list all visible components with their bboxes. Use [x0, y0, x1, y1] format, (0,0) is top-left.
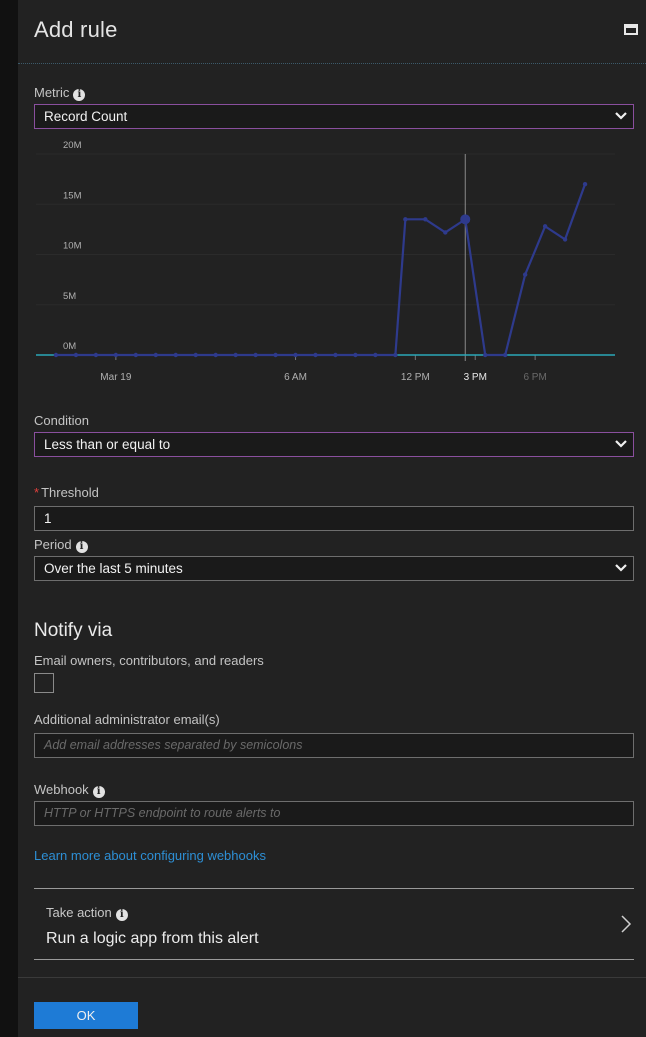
chevron-down-icon	[615, 564, 627, 572]
data-point	[153, 352, 158, 358]
x-tick-label: 6 PM	[523, 372, 546, 383]
data-point	[313, 352, 318, 358]
x-tick-label: 6 AM	[284, 372, 307, 383]
y-tick-label: 0M	[63, 341, 76, 352]
admin-email-input[interactable]: Add email addresses separated by semicol…	[34, 733, 634, 758]
data-point	[443, 230, 448, 235]
data-point	[133, 352, 139, 358]
admin-email-label: Additional administrator email(s)	[34, 712, 220, 727]
data-point	[253, 352, 258, 358]
data-point	[393, 352, 398, 358]
logic-app-action: Run a logic app from this alert	[46, 930, 259, 947]
metric-label-row: Metric i	[34, 85, 86, 101]
data-point	[93, 352, 99, 358]
ok-button[interactable]: OK	[34, 1002, 138, 1029]
data-point	[273, 352, 278, 358]
y-tick-label: 20M	[63, 140, 82, 151]
webhook-label: Webhook	[34, 782, 89, 797]
footer-divider	[18, 977, 646, 978]
x-axis-labels: Mar 19 6 AM 12 PM 3 PM 6 PM	[100, 355, 547, 383]
period-label-row: Period i	[34, 537, 88, 553]
webhook-input[interactable]: HTTP or HTTPS endpoint to route alerts t…	[34, 801, 634, 826]
data-point	[582, 181, 588, 187]
metric-select[interactable]: Record Count	[34, 104, 634, 129]
data-point	[522, 272, 528, 277]
condition-select[interactable]: Less than or equal to	[34, 432, 634, 457]
period-select[interactable]: Over the last 5 minutes	[34, 556, 634, 581]
data-point	[423, 217, 428, 222]
highlight-point	[460, 214, 471, 225]
x-tick-label: 12 PM	[401, 372, 430, 383]
info-icon[interactable]: i	[75, 541, 88, 553]
webhook-placeholder: HTTP or HTTPS endpoint to route alerts t…	[44, 806, 281, 820]
metric-value: Record Count	[44, 109, 128, 124]
learn-more-webhooks-link[interactable]: Learn more about configuring webhooks	[34, 848, 266, 863]
data-point	[233, 352, 238, 358]
data-point	[113, 352, 119, 358]
webhook-label-row: Webhook i	[34, 782, 105, 798]
email-owners-checkbox[interactable]	[34, 673, 54, 693]
series-line	[55, 183, 587, 357]
chevron-down-icon	[615, 440, 627, 448]
blade-title: Add rule	[34, 17, 118, 42]
data-point	[542, 224, 548, 229]
info-icon[interactable]: i	[73, 89, 86, 101]
data-point	[173, 352, 178, 358]
data-point	[333, 352, 338, 358]
data-point	[53, 352, 59, 358]
admin-email-placeholder: Add email addresses separated by semicol…	[44, 738, 303, 752]
blade-header: Add rule	[18, 0, 646, 64]
data-point	[403, 217, 408, 222]
y-tick-label: 15M	[63, 190, 82, 201]
take-action-row[interactable]: Take action i Run a logic app from this a…	[34, 888, 634, 960]
data-point	[562, 237, 568, 242]
data-point	[502, 352, 508, 358]
y-tick-label: 10M	[63, 241, 82, 252]
condition-label: Condition	[34, 413, 89, 428]
x-tick-label: 3 PM	[464, 372, 487, 383]
data-point	[213, 352, 218, 358]
y-axis-labels: 20M 15M 10M 5M 0M	[63, 140, 82, 352]
metric-chart: 20M 15M 10M 5M 0M Mar 19 6 AM 12 PM 3 PM 6 PM	[36, 140, 615, 383]
chevron-down-icon	[615, 112, 627, 120]
info-icon[interactable]: i	[115, 909, 128, 921]
metric-label: Metric	[34, 85, 70, 100]
take-action-label: Take action	[46, 905, 112, 920]
threshold-input[interactable]: 1	[34, 506, 634, 531]
email-owners-label: Email owners, contributors, and readers	[34, 653, 264, 668]
y-tick-label: 5M	[63, 291, 76, 302]
data-point	[73, 352, 79, 358]
threshold-label-row: * Threshold	[34, 485, 99, 500]
chart-grid	[36, 153, 615, 356]
series-points	[53, 181, 588, 358]
condition-value: Less than or equal to	[44, 437, 171, 452]
data-point	[193, 352, 198, 358]
period-value: Over the last 5 minutes	[44, 561, 183, 576]
threshold-label: Threshold	[41, 485, 99, 500]
period-label: Period	[34, 537, 72, 552]
data-point	[373, 352, 378, 358]
take-action-label-row: Take action i	[46, 905, 128, 921]
data-point	[293, 352, 298, 358]
required-marker: *	[34, 485, 40, 500]
data-point	[353, 352, 358, 358]
maximize-icon[interactable]	[624, 24, 638, 35]
info-icon[interactable]: i	[92, 786, 105, 798]
x-tick-label: Mar 19	[100, 372, 132, 383]
add-rule-blade: Add rule Metric i Record Count 20M 15M 10M 5…	[18, 0, 646, 1037]
notify-section-title: Notify via	[34, 620, 113, 641]
threshold-value: 1	[44, 511, 52, 526]
data-point	[483, 352, 488, 358]
chevron-right-icon	[621, 915, 632, 933]
